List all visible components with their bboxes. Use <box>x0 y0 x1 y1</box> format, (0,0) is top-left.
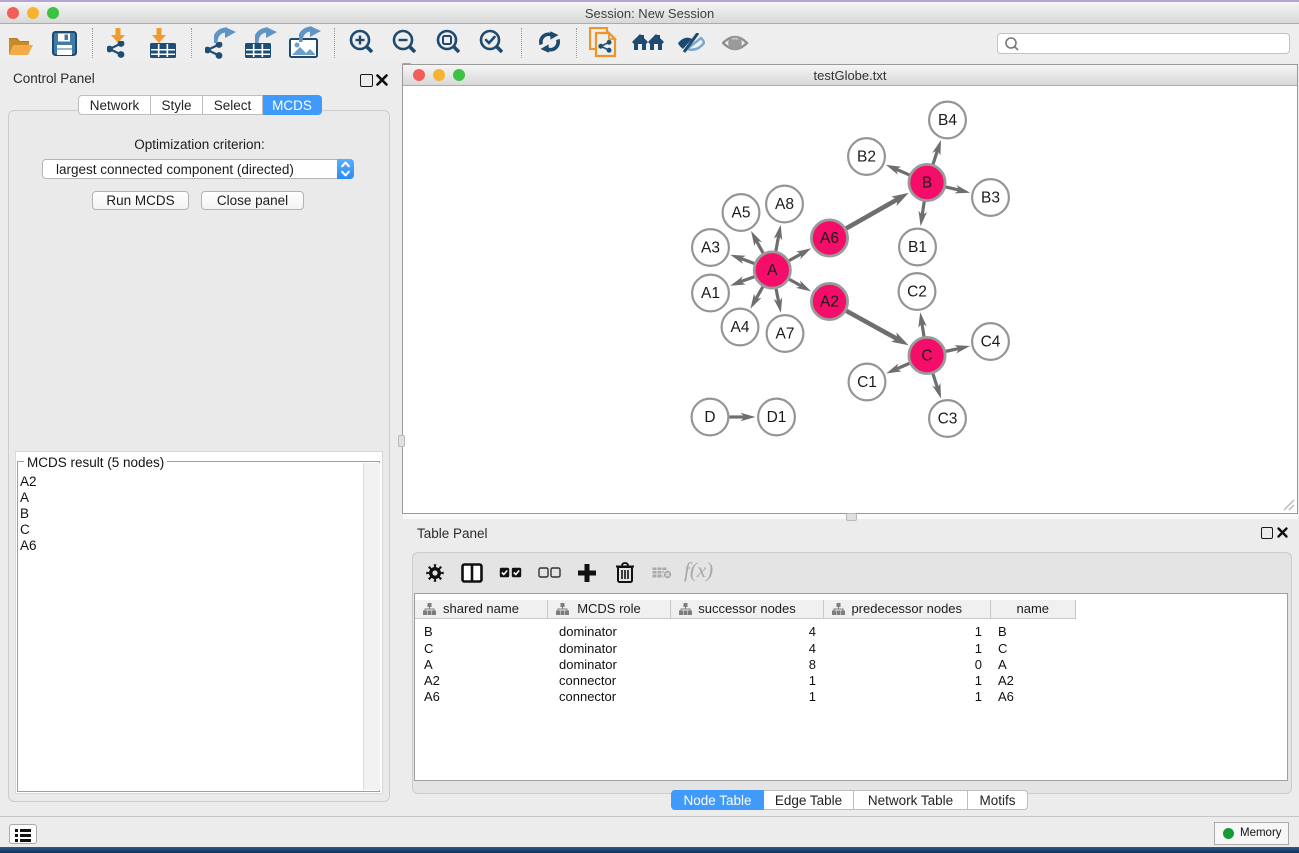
svg-text:D: D <box>704 409 715 426</box>
svg-text:D1: D1 <box>767 409 787 426</box>
svg-text:A6: A6 <box>820 230 839 247</box>
svg-text:C2: C2 <box>907 284 927 301</box>
svg-text:A4: A4 <box>731 319 750 336</box>
svg-text:C4: C4 <box>981 334 1001 351</box>
svg-text:A2: A2 <box>820 294 839 311</box>
svg-text:C3: C3 <box>938 411 958 428</box>
svg-text:B3: B3 <box>981 190 1000 207</box>
svg-text:B4: B4 <box>938 112 957 129</box>
svg-text:A7: A7 <box>776 326 795 343</box>
svg-text:C1: C1 <box>857 374 877 391</box>
svg-text:C: C <box>921 348 932 365</box>
svg-text:A3: A3 <box>701 240 720 257</box>
svg-text:A8: A8 <box>775 196 794 213</box>
svg-text:A5: A5 <box>732 205 751 222</box>
svg-text:B2: B2 <box>857 149 876 166</box>
svg-text:B1: B1 <box>908 239 927 256</box>
svg-text:A1: A1 <box>701 285 720 302</box>
svg-text:B: B <box>922 175 932 192</box>
svg-text:A: A <box>767 262 778 279</box>
